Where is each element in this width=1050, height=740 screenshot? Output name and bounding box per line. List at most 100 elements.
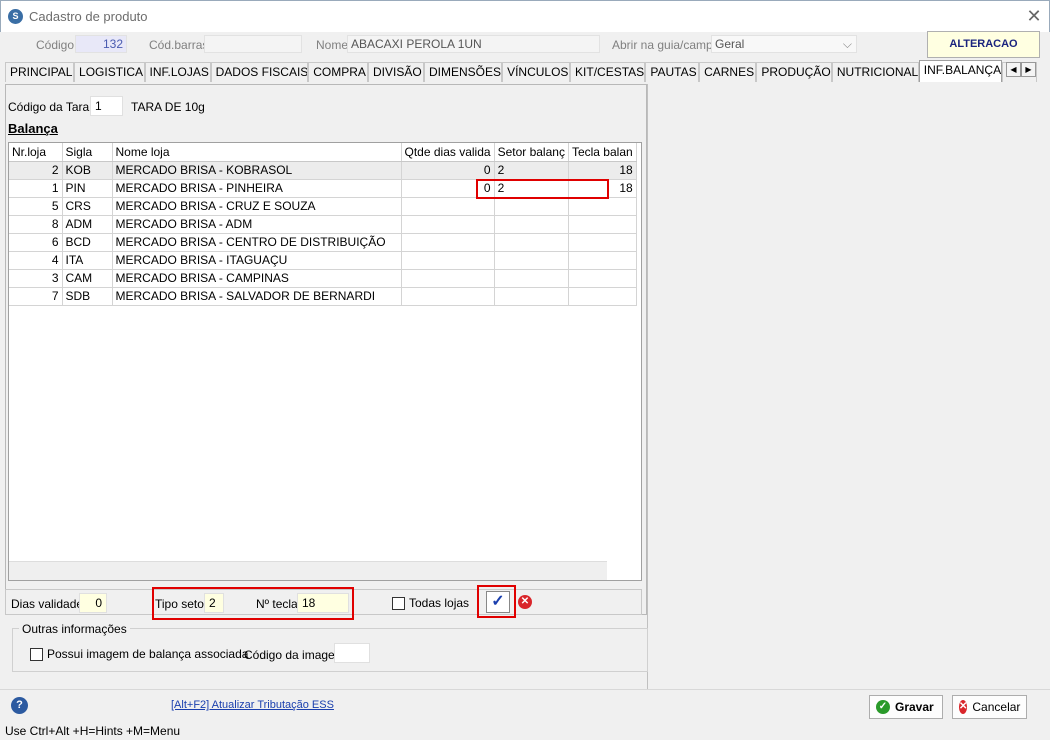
cell-setor[interactable] bbox=[494, 215, 569, 234]
grid-horizontal-scrollbar[interactable] bbox=[9, 561, 607, 580]
grid-column-header[interactable]: Tecla balan bbox=[568, 143, 637, 162]
possui-imagem-checkbox[interactable]: Possui imagem de balança associada bbox=[30, 647, 248, 661]
cell-nr[interactable]: 3 bbox=[9, 269, 63, 288]
codigo-imagem-input[interactable] bbox=[334, 643, 370, 663]
cell-nome[interactable]: MERCADO BRISA - ITAGUAÇU bbox=[112, 251, 402, 270]
tab-scroll-right-icon[interactable]: ▶ bbox=[1021, 62, 1036, 77]
table-row[interactable]: 8 ADM MERCADO BRISA - ADM bbox=[9, 215, 637, 234]
table-row[interactable]: 4 ITA MERCADO BRISA - ITAGUAÇU bbox=[9, 251, 637, 270]
cell-tecla[interactable] bbox=[568, 287, 637, 306]
abrir-label: Abrir na guia/campo bbox=[612, 38, 720, 52]
tab-8[interactable]: KIT/CESTAS bbox=[570, 62, 646, 82]
cell-nome[interactable]: MERCADO BRISA - PINHEIRA bbox=[112, 179, 402, 198]
grid-column-header[interactable]: Qtde dias valida bbox=[401, 143, 495, 162]
table-row[interactable]: 3 CAM MERCADO BRISA - CAMPINAS bbox=[9, 269, 637, 288]
cell-qtde[interactable]: 0 bbox=[401, 161, 495, 180]
cell-setor[interactable] bbox=[494, 233, 569, 252]
cell-nome[interactable]: MERCADO BRISA - KOBRASOL bbox=[112, 161, 402, 180]
cell-sigla[interactable]: ITA bbox=[62, 251, 113, 270]
cell-sigla[interactable]: CRS bbox=[62, 197, 113, 216]
close-icon[interactable]: ✕ bbox=[1023, 5, 1045, 27]
cell-qtde[interactable] bbox=[401, 251, 495, 270]
gravar-button[interactable]: ✓ Gravar bbox=[869, 695, 943, 719]
nr-tecla-input[interactable]: 18 bbox=[297, 593, 349, 613]
cell-qtde[interactable] bbox=[401, 215, 495, 234]
cell-qtde[interactable] bbox=[401, 233, 495, 252]
cell-qtde[interactable] bbox=[401, 269, 495, 288]
cell-setor[interactable] bbox=[494, 287, 569, 306]
codbarras-field[interactable] bbox=[204, 35, 302, 53]
balanca-grid[interactable]: Nr.loja Sigla Nome loja Qtde dias valida Set… bbox=[8, 142, 642, 581]
abrir-select[interactable]: Geral ⌵ bbox=[711, 35, 857, 53]
cell-sigla[interactable]: CAM bbox=[62, 269, 113, 288]
confirm-check-icon[interactable]: ✓ bbox=[486, 591, 510, 613]
nome-field[interactable]: ABACAXI PEROLA 1UN bbox=[347, 35, 600, 53]
table-row[interactable]: 6 BCD MERCADO BRISA - CENTRO DE DISTRIBUIÇ… bbox=[9, 233, 637, 252]
codigo-field[interactable]: 132 bbox=[75, 35, 127, 53]
cell-nome[interactable]: MERCADO BRISA - CAMPINAS bbox=[112, 269, 402, 288]
tab-9[interactable]: PAUTAS bbox=[645, 62, 700, 82]
tab-11[interactable]: PRODUÇÃO bbox=[756, 62, 832, 82]
cell-nr[interactable]: 1 bbox=[9, 179, 63, 198]
cell-nr[interactable]: 8 bbox=[9, 215, 63, 234]
cell-qtde[interactable] bbox=[401, 287, 495, 306]
cell-tecla[interactable] bbox=[568, 251, 637, 270]
cell-nr[interactable]: 7 bbox=[9, 287, 63, 306]
dias-label: Dias validade bbox=[11, 597, 84, 611]
grid-column-header[interactable]: Setor balanç bbox=[494, 143, 569, 162]
grid-column-header[interactable]: Sigla bbox=[62, 143, 113, 162]
todas-lojas-checkbox[interactable]: Todas lojas bbox=[392, 596, 469, 610]
cell-tecla[interactable]: 18 bbox=[568, 161, 637, 180]
atualizar-tributacao-link[interactable]: [Alt+F2] Atualizar Tributação ESS bbox=[171, 699, 334, 711]
cell-tecla[interactable] bbox=[568, 269, 637, 288]
table-row[interactable]: 2 KOB MERCADO BRISA - KOBRASOL 0 2 18 bbox=[9, 161, 637, 180]
cell-sigla[interactable]: BCD bbox=[62, 233, 113, 252]
tab-10[interactable]: CARNES bbox=[699, 62, 757, 82]
cell-tecla[interactable] bbox=[568, 215, 637, 234]
cell-nr[interactable]: 5 bbox=[9, 197, 63, 216]
tab-1[interactable]: LOGISTICA bbox=[74, 62, 145, 82]
table-row[interactable]: 7 SDB MERCADO BRISA - SALVADOR DE BERNARDI bbox=[9, 287, 637, 306]
tab-2[interactable]: INF.LOJAS bbox=[144, 62, 211, 82]
cell-sigla[interactable]: PIN bbox=[62, 179, 113, 198]
highlight-box-row bbox=[476, 179, 609, 199]
cancelar-button[interactable]: ✕ Cancelar bbox=[952, 695, 1027, 719]
cell-setor[interactable] bbox=[494, 197, 569, 216]
cancel-x-icon[interactable]: ✕ bbox=[518, 595, 532, 609]
dias-input[interactable]: 0 bbox=[79, 593, 107, 613]
tab-3[interactable]: DADOS FISCAIS bbox=[210, 62, 309, 82]
cell-sigla[interactable]: SDB bbox=[62, 287, 113, 306]
cell-setor[interactable] bbox=[494, 251, 569, 270]
cell-nome[interactable]: MERCADO BRISA - SALVADOR DE BERNARDI bbox=[112, 287, 402, 306]
tara-input[interactable]: 1 bbox=[90, 96, 123, 116]
cell-tecla[interactable] bbox=[568, 197, 637, 216]
tab-12[interactable]: NUTRICIONAL bbox=[831, 62, 919, 82]
grid-column-header[interactable]: Nome loja bbox=[112, 143, 402, 162]
cell-nome[interactable]: MERCADO BRISA - CRUZ E SOUZA bbox=[112, 197, 402, 216]
tab-strip: PRINCIPAL LOGISTICA INF.LOJAS DADOS FISCAIS… bbox=[5, 60, 1038, 82]
tipo-setor-label: Tipo setor bbox=[155, 597, 208, 611]
cell-nome[interactable]: MERCADO BRISA - CENTRO DE DISTRIBUIÇÃO bbox=[112, 233, 402, 252]
tab-6[interactable]: DIMENSÕES bbox=[424, 62, 503, 82]
tab-0[interactable]: PRINCIPAL bbox=[5, 62, 75, 82]
table-row[interactable]: 5 CRS MERCADO BRISA - CRUZ E SOUZA bbox=[9, 197, 637, 216]
tab-scroll-left-icon[interactable]: ◀ bbox=[1006, 62, 1021, 77]
cell-nr[interactable]: 6 bbox=[9, 233, 63, 252]
cell-qtde[interactable] bbox=[401, 197, 495, 216]
cell-nr[interactable]: 4 bbox=[9, 251, 63, 270]
tab-4[interactable]: COMPRA bbox=[308, 62, 368, 82]
cell-nr[interactable]: 2 bbox=[9, 161, 63, 180]
cell-setor[interactable] bbox=[494, 269, 569, 288]
cell-sigla[interactable]: ADM bbox=[62, 215, 113, 234]
grid-column-header[interactable]: Nr.loja bbox=[9, 143, 63, 162]
cell-sigla[interactable]: KOB bbox=[62, 161, 113, 180]
check-icon: ✓ bbox=[876, 700, 890, 714]
cell-setor[interactable]: 2 bbox=[494, 161, 569, 180]
tipo-setor-input[interactable]: 2 bbox=[204, 593, 224, 613]
tab-13[interactable]: INF.BALANÇA bbox=[918, 60, 1002, 82]
cell-nome[interactable]: MERCADO BRISA - ADM bbox=[112, 215, 402, 234]
tab-5[interactable]: DIVISÃO bbox=[368, 62, 425, 82]
help-icon[interactable]: ? bbox=[11, 697, 28, 714]
tab-7[interactable]: VÍNCULOS bbox=[502, 62, 571, 82]
cell-tecla[interactable] bbox=[568, 233, 637, 252]
